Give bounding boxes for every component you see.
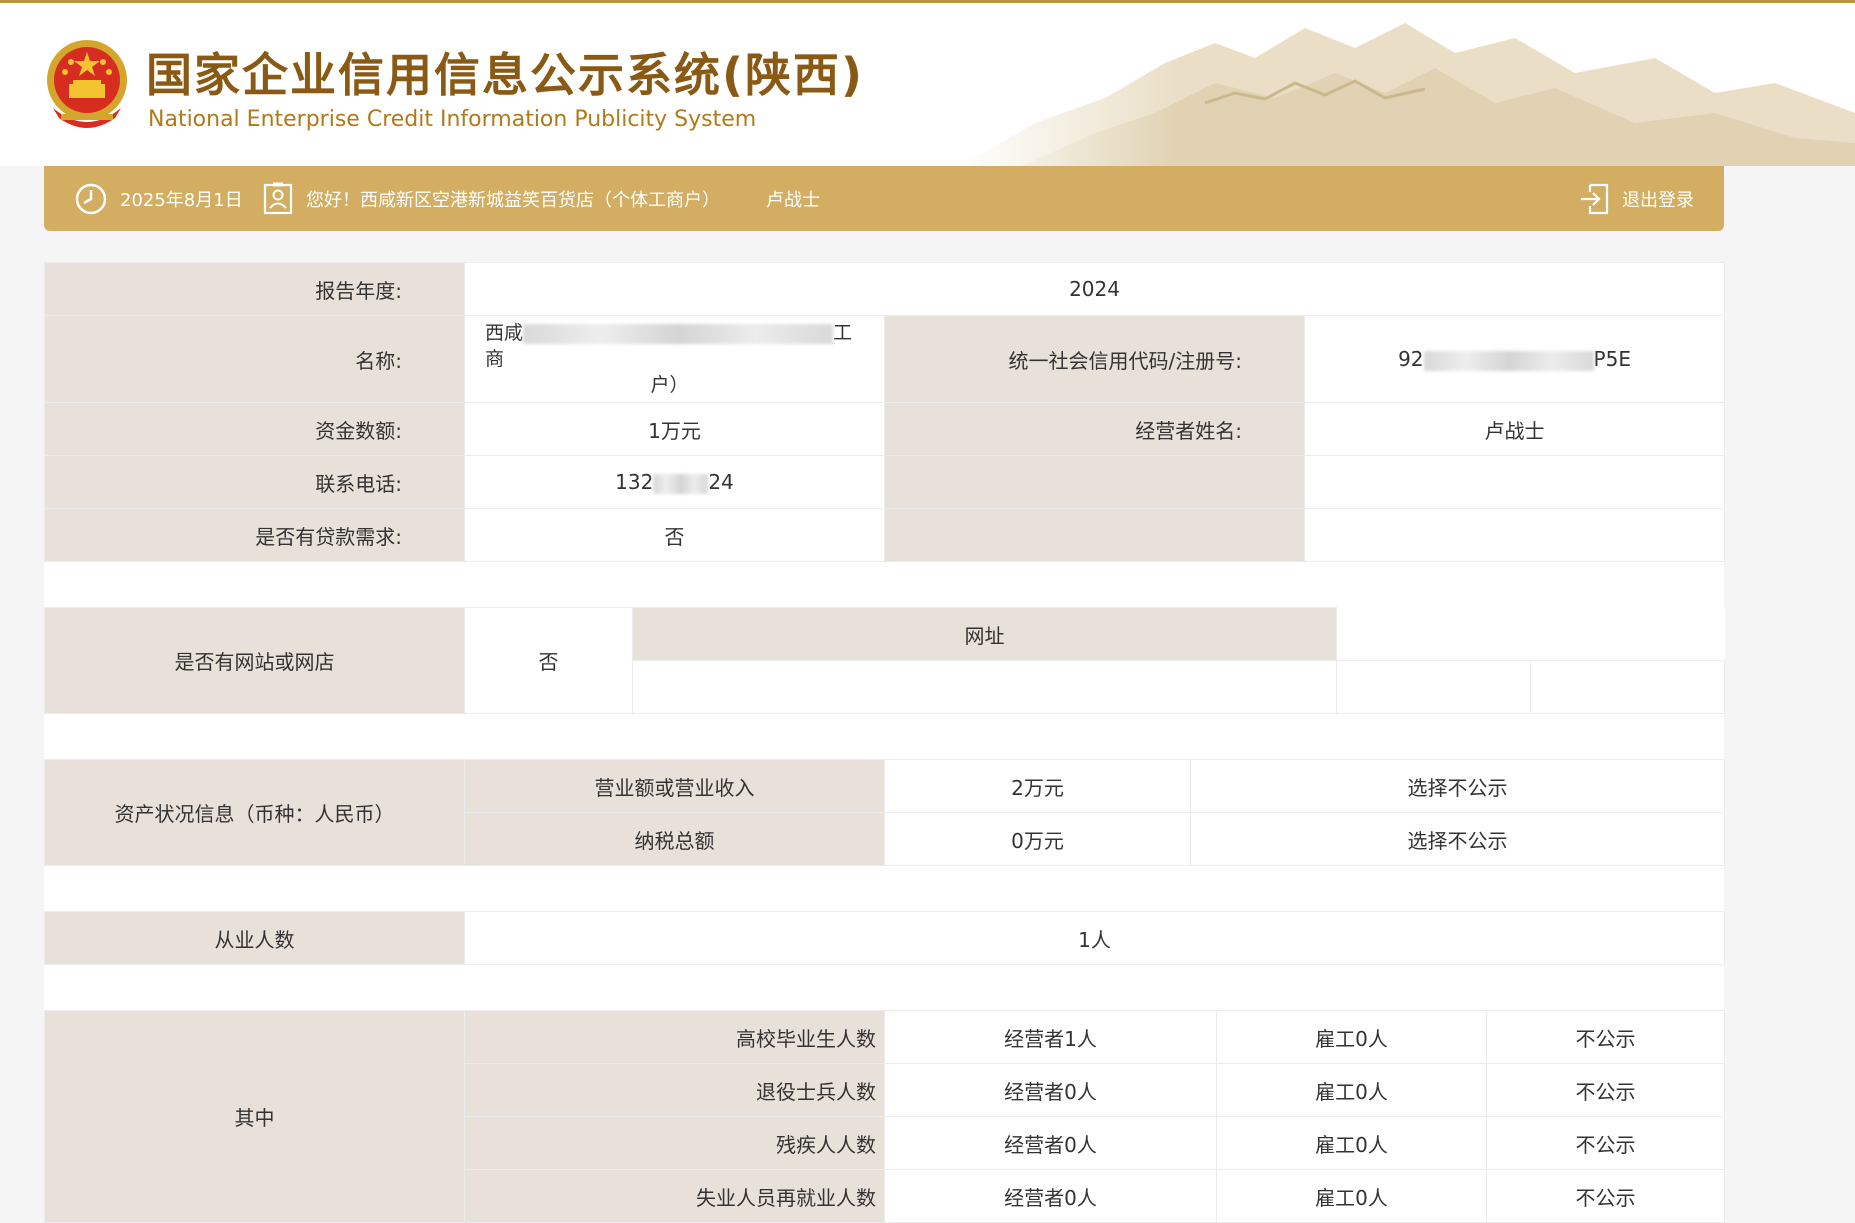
report-year-value: 2024 xyxy=(463,262,1726,316)
date-text: 2025年8月1日 xyxy=(120,189,243,211)
redacted-text xyxy=(1423,350,1594,371)
empty-cell xyxy=(1530,660,1725,714)
credit-end: P5E xyxy=(1593,347,1631,371)
breakdown-hired: 雇工0人 xyxy=(1216,1116,1487,1170)
user-info-bar: 2025年8月1日 您好！西咸新区空港新城益笑百货店（个体工商户） 卢战士 退出… xyxy=(44,166,1724,231)
table-row: 是否有贷款需求: 否 xyxy=(44,508,1726,562)
employees-value: 1人 xyxy=(464,911,1725,965)
national-emblem-icon xyxy=(47,40,127,128)
logout-button[interactable]: 退出登录 xyxy=(1578,166,1694,231)
operator-name-label: 经营者姓名: xyxy=(884,402,1305,456)
website-value: 否 xyxy=(464,607,633,714)
asset-item-value: 0万元 xyxy=(884,812,1191,866)
breakdown-item-name: 残疾人人数 xyxy=(464,1116,885,1170)
section-spacer xyxy=(44,965,1724,1010)
basic-info-table: 报告年度: 2024 名称: 西咸 工商 户） 统一社会信用代码/注册号: 92 P… xyxy=(44,262,1726,562)
table-row: 从业人数 1人 xyxy=(44,911,1725,965)
table-row: 联系电话: 132 24 xyxy=(44,455,1726,509)
name-end: 户） xyxy=(650,374,689,396)
breakdown-label: 其中 xyxy=(44,1010,465,1223)
table-row: 资金数额: 1万元 经营者姓名: 卢战士 xyxy=(44,402,1726,456)
asset-item-value: 2万元 xyxy=(884,759,1191,813)
breakdown-hired: 雇工0人 xyxy=(1216,1063,1487,1117)
loan-label: 是否有贷款需求: xyxy=(44,508,465,562)
capital-label: 资金数额: xyxy=(44,402,465,456)
breakdown-status: 不公示 xyxy=(1486,1169,1725,1223)
user-greeting: 您好！西咸新区空港新城益笑百货店（个体工商户） xyxy=(262,166,720,231)
logout-label[interactable]: 退出登录 xyxy=(1622,186,1694,212)
asset-item-name: 营业额或营业收入 xyxy=(464,759,885,813)
table-row: 是否有网站或网店 否 网址 xyxy=(44,607,1725,714)
assets-label: 资产状况信息（币种：人民币） xyxy=(44,759,465,866)
breakdown-owner: 经营者0人 xyxy=(884,1116,1217,1170)
assets-table: 资产状况信息（币种：人民币） 营业额或营业收入 2万元 选择不公示 纳税总额 0… xyxy=(44,759,1725,866)
url-value xyxy=(632,660,1337,714)
greeting-text: 您好！西咸新区空港新城益笑百货店（个体工商户） xyxy=(306,189,720,211)
breakdown-owner: 经营者0人 xyxy=(884,1169,1217,1223)
website-label: 是否有网站或网店 xyxy=(44,607,465,714)
breakdown-owner: 经营者0人 xyxy=(884,1063,1217,1117)
asset-item-status: 选择不公示 xyxy=(1190,812,1725,866)
site-title-english: National Enterprise Credit Information P… xyxy=(148,107,757,132)
asset-item-name: 纳税总额 xyxy=(464,812,885,866)
name-value: 西咸 工商 户） xyxy=(464,315,885,403)
breakdown-item-name: 退役士兵人数 xyxy=(464,1063,885,1117)
phone-start: 132 xyxy=(615,470,654,494)
credit-code-value: 92 P5E xyxy=(1303,315,1726,403)
employees-table: 从业人数 1人 xyxy=(44,911,1725,965)
breakdown-item-name: 失业人员再就业人数 xyxy=(464,1169,885,1223)
user-card-icon xyxy=(263,182,293,214)
table-row: 报告年度: 2024 xyxy=(44,262,1726,316)
breakdown-status: 不公示 xyxy=(1486,1010,1725,1064)
breakdown-item-name: 高校毕业生人数 xyxy=(464,1010,885,1064)
report-year-label: 报告年度: xyxy=(44,262,465,316)
empty-cell xyxy=(1303,508,1726,562)
phone-label: 联系电话: xyxy=(44,455,465,509)
credit-start: 92 xyxy=(1398,347,1424,371)
annual-report-content: 报告年度: 2024 名称: 西咸 工商 户） 统一社会信用代码/注册号: 92 P… xyxy=(44,262,1726,1223)
phone-value: 132 24 xyxy=(464,455,885,509)
operator-name-value: 卢战士 xyxy=(1303,402,1726,456)
name-start: 西咸 xyxy=(485,322,524,344)
loan-value: 否 xyxy=(464,508,885,562)
empty-cell xyxy=(1303,455,1726,509)
url-header: 网址 xyxy=(632,607,1337,661)
employees-label: 从业人数 xyxy=(44,911,465,965)
capital-value: 1万元 xyxy=(464,402,885,456)
breakdown-status: 不公示 xyxy=(1486,1063,1725,1117)
empty-cell xyxy=(1336,607,1725,661)
redacted-text xyxy=(523,323,834,344)
date-display: 2025年8月1日 xyxy=(74,166,243,231)
name-label: 名称: xyxy=(44,315,465,403)
asset-item-status: 选择不公示 xyxy=(1190,759,1725,813)
breakdown-owner: 经营者1人 xyxy=(884,1010,1217,1064)
site-header: 国家企业信用信息公示系统(陕西) National Enterprise Cre… xyxy=(0,0,1855,166)
breakdown-hired: 雇工0人 xyxy=(1216,1010,1487,1064)
website-table: 是否有网站或网店 否 网址 xyxy=(44,607,1725,714)
empty-cell xyxy=(884,508,1305,562)
site-title-chinese: 国家企业信用信息公示系统(陕西) xyxy=(146,48,865,102)
operator-name: 卢战士 xyxy=(766,189,820,211)
phone-end: 24 xyxy=(708,470,734,494)
table-row: 资产状况信息（币种：人民币） 营业额或营业收入 2万元 选择不公示 xyxy=(44,759,1725,866)
empty-cell xyxy=(884,455,1305,509)
great-wall-background-image xyxy=(955,3,1855,166)
section-spacer xyxy=(44,714,1724,759)
breakdown-status: 不公示 xyxy=(1486,1116,1725,1170)
breakdown-hired: 雇工0人 xyxy=(1216,1169,1487,1223)
section-spacer xyxy=(44,866,1724,911)
credit-code-label: 统一社会信用代码/注册号: xyxy=(884,315,1305,403)
employee-breakdown-table: 其中 高校毕业生人数 经营者1人 雇工0人 不公示 退役士兵人数 经营者0人 雇… xyxy=(44,1010,1725,1223)
logout-icon xyxy=(1581,183,1609,214)
clock-icon xyxy=(75,183,107,214)
table-row: 名称: 西咸 工商 户） 统一社会信用代码/注册号: 92 P5E xyxy=(44,315,1726,403)
empty-cell xyxy=(1336,660,1531,714)
section-spacer xyxy=(44,562,1724,607)
table-row: 其中 高校毕业生人数 经营者1人 雇工0人 不公示 xyxy=(44,1010,1725,1223)
redacted-text xyxy=(653,473,709,494)
